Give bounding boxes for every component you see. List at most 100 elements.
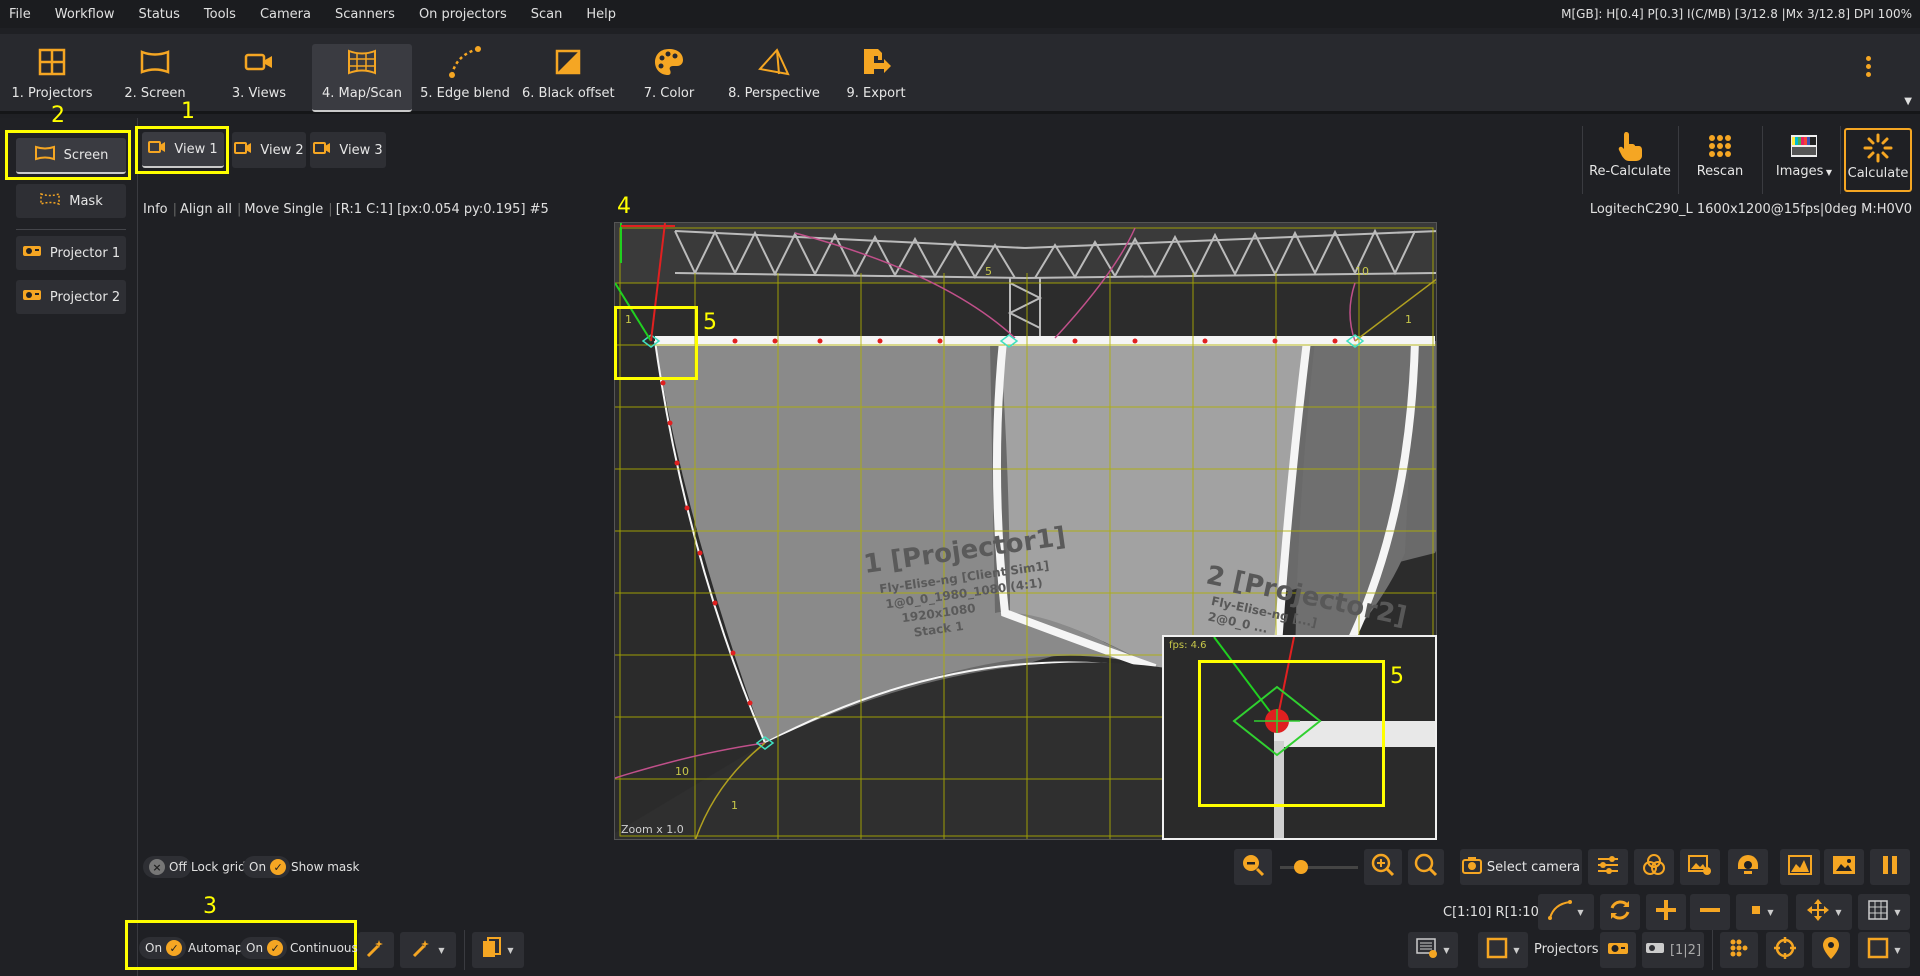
mask-icon <box>39 192 61 210</box>
dots-pattern-button[interactable] <box>1720 932 1758 968</box>
toggle-state: On <box>145 941 163 955</box>
crosshair-button[interactable] <box>1766 932 1804 968</box>
fps-readout: fps: 4.6 <box>1169 640 1207 651</box>
rescan-button[interactable]: Rescan <box>1684 128 1756 192</box>
location-pin-button[interactable] <box>1812 932 1850 968</box>
divider <box>1762 126 1763 194</box>
reset-button[interactable] <box>1600 894 1640 930</box>
menu-help[interactable]: Help <box>574 7 628 22</box>
zoom-out-button[interactable] <box>1234 849 1272 885</box>
info-link[interactable]: Info <box>143 202 168 217</box>
curve-mode-button[interactable]: ▼ <box>1538 894 1594 930</box>
spinner-icon <box>1846 130 1910 166</box>
frame-mode-button[interactable]: ▼ <box>1858 932 1910 968</box>
copy-menu-button[interactable]: ▼ <box>472 932 524 968</box>
recalculate-button[interactable]: Re-Calculate <box>1588 128 1672 192</box>
mask-label: Mask <box>69 193 103 209</box>
monitor-icon <box>1416 937 1438 963</box>
images-button[interactable]: Images ▼ <box>1768 128 1840 192</box>
menu-file[interactable]: File <box>0 7 43 22</box>
memory-status: M[GB]: H[0.4] P[0.3] I(C/MB) [3/12.8 |Mx… <box>1561 7 1912 21</box>
cursor-coords: [R:1 C:1] [px:0.054 py:0.195] #5 <box>335 202 549 217</box>
grid-icon <box>6 44 98 80</box>
projector-icon <box>22 244 42 262</box>
annotation-box-2 <box>5 130 131 180</box>
tool-color-button[interactable]: 7. Color <box>624 44 714 112</box>
menu-scanners[interactable]: Scanners <box>323 7 407 22</box>
zoom-in-button[interactable] <box>1364 849 1402 885</box>
menu-camera[interactable]: Camera <box>248 7 323 22</box>
auto-align-menu-button[interactable]: ▼ <box>400 932 456 968</box>
projector-1-button[interactable]: Projector 1 <box>16 236 126 270</box>
capture-settings-button[interactable] <box>1680 849 1720 885</box>
chevron-down-icon: ▼ <box>1835 907 1842 917</box>
show-image-button[interactable] <box>1824 849 1864 885</box>
menu-tools[interactable]: Tools <box>192 7 248 22</box>
tool-export-button[interactable]: 9. Export <box>834 44 918 112</box>
zoom-fit-button[interactable] <box>1408 849 1444 885</box>
divider <box>1582 126 1583 194</box>
check-icon: ✓ <box>270 859 287 875</box>
pause-button[interactable] <box>1870 849 1910 885</box>
display-mode-button[interactable]: ▼ <box>1408 932 1458 968</box>
histogram-button[interactable] <box>1780 849 1820 885</box>
tool-label: 3. Views <box>231 86 287 101</box>
projector-page-button[interactable]: [1|2] <box>1642 932 1704 968</box>
annotation-box-5-inset <box>1198 660 1385 807</box>
calculate-button[interactable]: Calculate <box>1844 128 1912 192</box>
automap-toggle[interactable]: On ✓ <box>139 937 187 959</box>
annotation-box-1 <box>135 126 229 174</box>
chevron-down-icon: ▼ <box>507 945 514 955</box>
tab-view-2[interactable]: View 2 <box>232 132 306 168</box>
color-channels-button[interactable] <box>1634 849 1674 885</box>
menu-workflow[interactable]: Workflow <box>43 7 127 22</box>
select-camera-button[interactable]: Select camera <box>1460 849 1582 885</box>
point-size-button[interactable]: ▼ <box>1736 894 1788 930</box>
tool-views-button[interactable]: 3. Views <box>214 44 304 112</box>
tool-label: 8. Perspective <box>728 86 820 101</box>
tool-label: 6. Black offset <box>522 86 615 101</box>
projector-select-button[interactable] <box>1600 932 1636 968</box>
menu-status[interactable]: Status <box>126 7 191 22</box>
lock-grid-toggle[interactable]: × Off <box>143 856 191 878</box>
move-mode-button[interactable]: ▼ <box>1796 894 1852 930</box>
square-outline-icon <box>1486 937 1508 963</box>
tool-edge-blend-button[interactable]: 5. Edge blend <box>420 44 510 112</box>
tool-perspective-button[interactable]: 8. Perspective <box>726 44 822 112</box>
image-icon <box>1832 854 1856 880</box>
projector-2-button[interactable]: Projector 2 <box>16 280 126 314</box>
projector-label: Projector 1 <box>49 245 121 261</box>
zoom-slider-handle[interactable] <box>1294 860 1308 874</box>
sliders-icon <box>1596 855 1620 879</box>
move-single-link[interactable]: Move Single <box>244 202 323 217</box>
square-dot-icon <box>1750 904 1762 920</box>
shape-mode-button[interactable]: ▼ <box>1478 932 1528 968</box>
continuous-toggle[interactable]: On ✓ <box>240 937 288 959</box>
tab-view-3[interactable]: View 3 <box>310 132 386 168</box>
black-offset-icon <box>522 44 614 80</box>
chevron-down-icon: ▼ <box>1577 907 1584 917</box>
pause-icon <box>1881 855 1899 879</box>
annotation-number: 5 <box>1390 664 1404 689</box>
align-all-link[interactable]: Align all <box>180 202 232 217</box>
projector-page: [1|2] <box>1669 942 1702 958</box>
camera-settings-button[interactable] <box>1588 849 1628 885</box>
toolbar-expand-icon[interactable]: ▼ <box>1904 96 1912 107</box>
menu-scan[interactable]: Scan <box>519 7 575 22</box>
exposure-button[interactable] <box>1728 849 1768 885</box>
tool-black-offset-button[interactable]: 6. Black offset <box>522 44 615 112</box>
divider <box>1712 930 1713 970</box>
auto-align-button[interactable] <box>358 932 394 968</box>
mask-button[interactable]: Mask <box>16 184 126 218</box>
menu-on-projectors[interactable]: On projectors <box>407 7 519 22</box>
zoom-level: Zoom x 1.0 <box>621 823 684 836</box>
more-options-button[interactable] <box>1860 53 1876 89</box>
grid-layout-button[interactable]: ▼ <box>1858 894 1910 930</box>
zoom-slider-track[interactable] <box>1280 866 1358 869</box>
add-points-button[interactable] <box>1646 894 1686 930</box>
recalculate-label: Re-Calculate <box>1589 164 1671 179</box>
show-mask-toggle[interactable]: On ✓ <box>243 856 291 878</box>
tool-projectors-button[interactable]: 1. Projectors <box>6 44 98 112</box>
tool-map-scan-button[interactable]: 4. Map/Scan <box>312 44 412 112</box>
remove-points-button[interactable] <box>1690 894 1730 930</box>
